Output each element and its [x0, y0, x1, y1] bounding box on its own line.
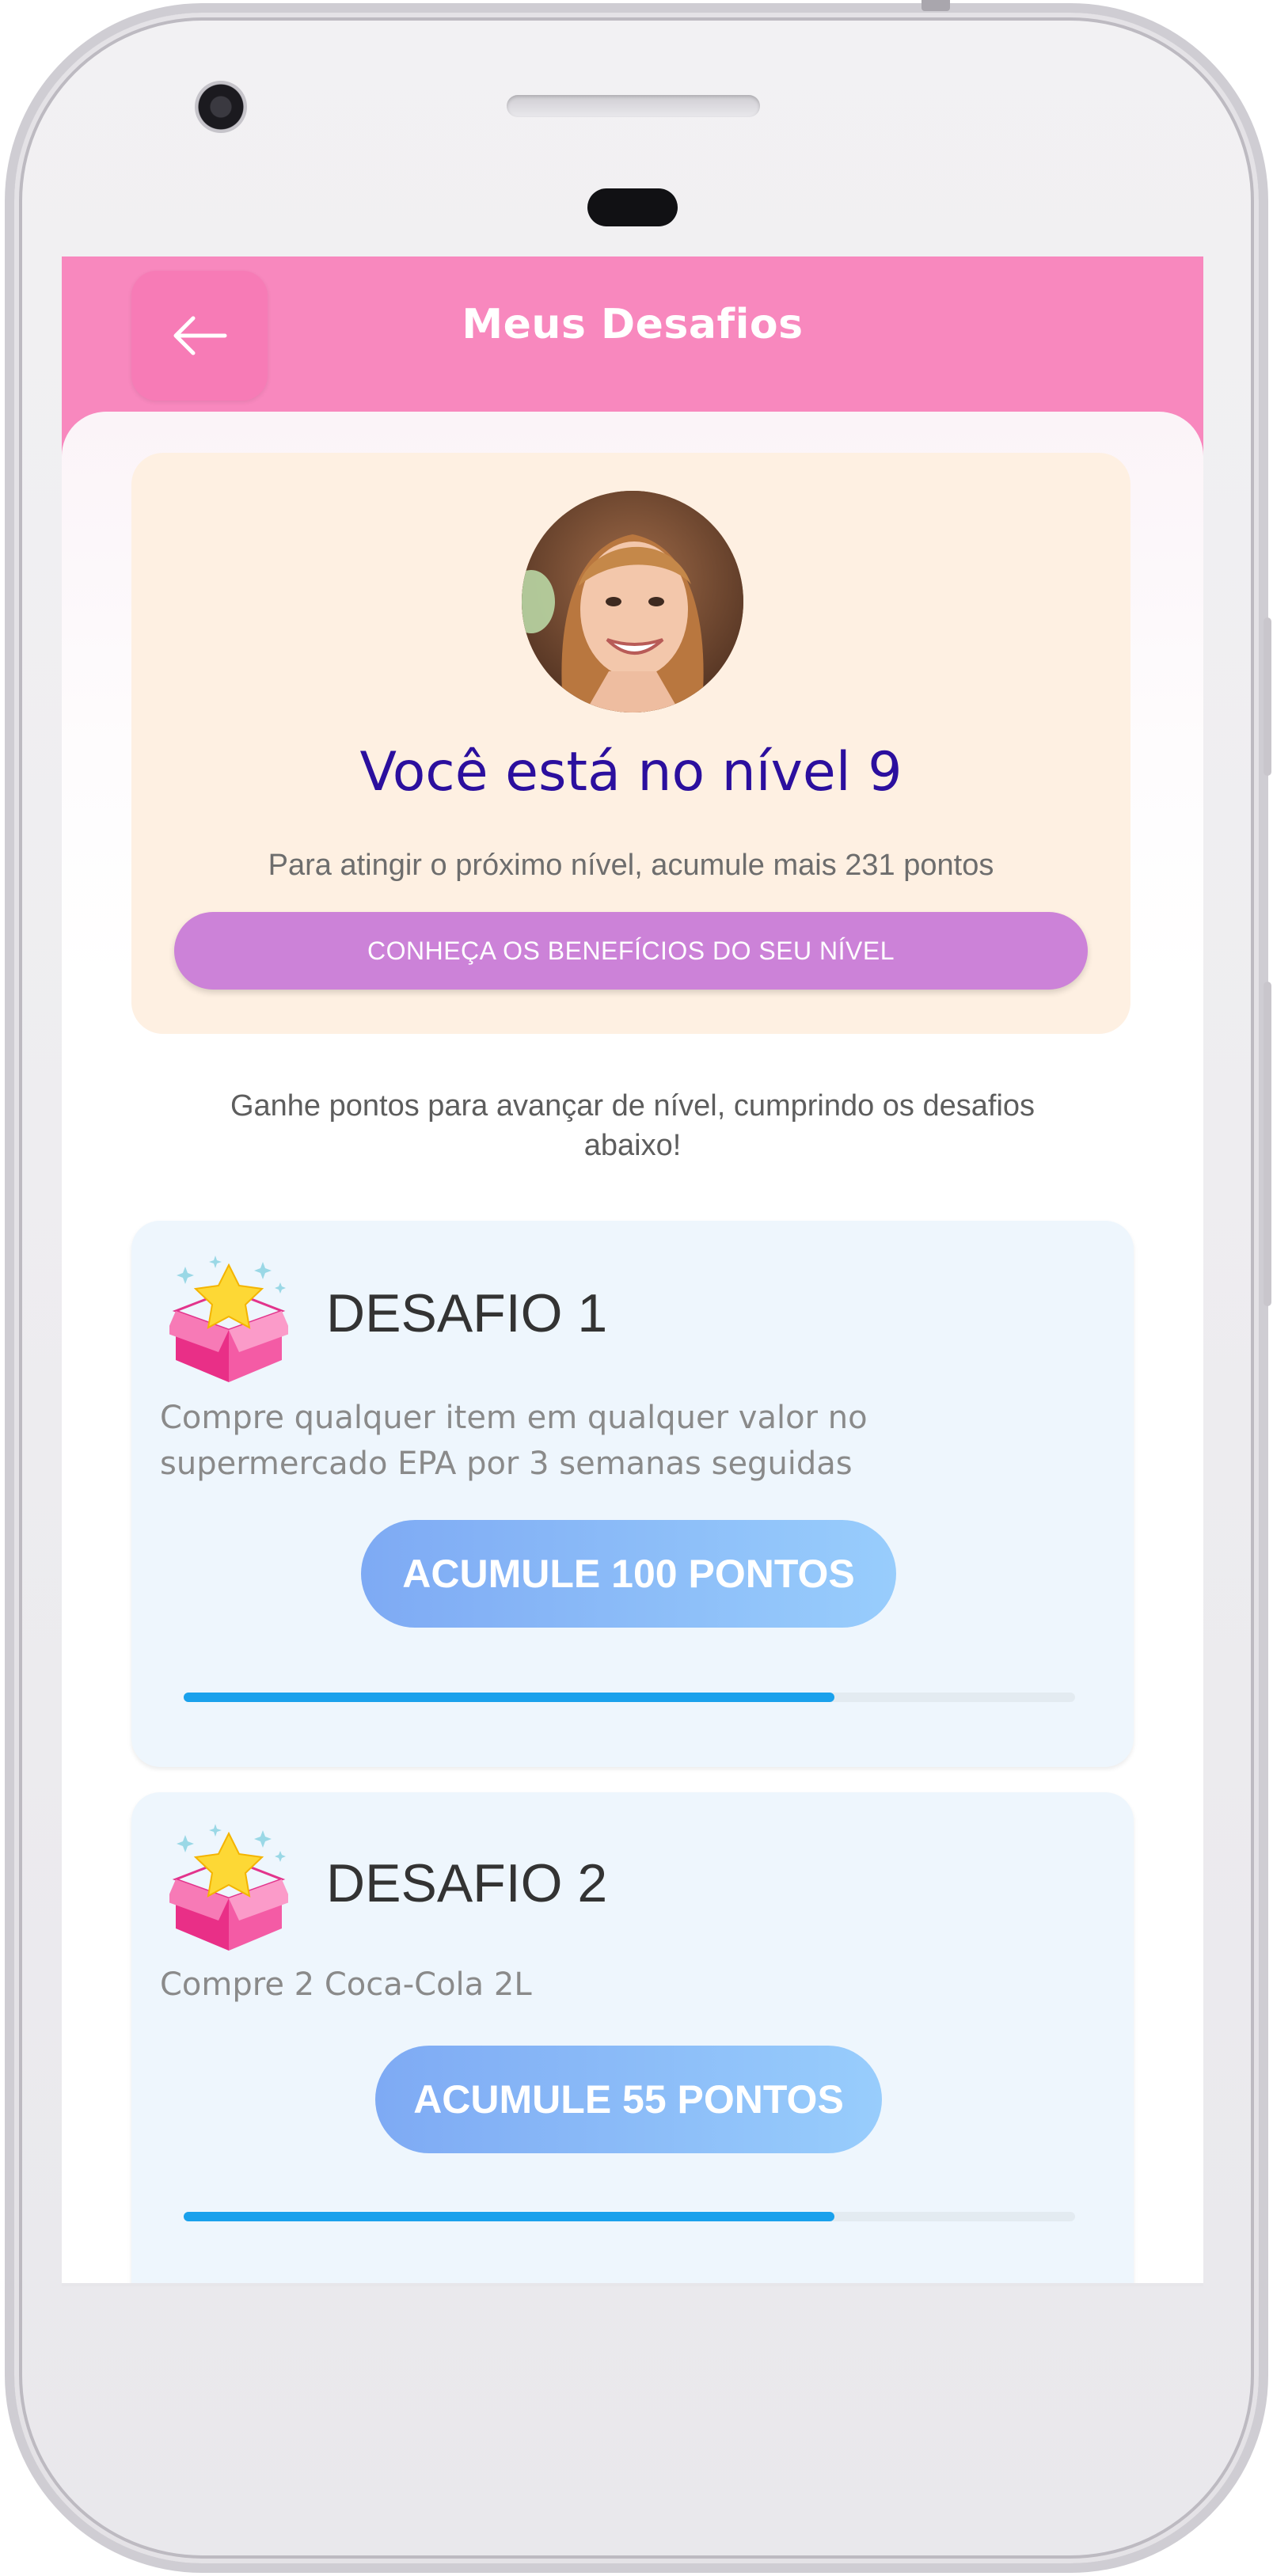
accumulate-points-button[interactable]: ACUMULE 100 PONTOS	[361, 1520, 896, 1628]
challenge-card-1: DESAFIO 1 Compre qualquer item em qualqu…	[131, 1221, 1134, 1767]
screen-bottom-edge	[62, 2283, 1203, 2286]
app-screen: Meus Desafios Você está no nível 9 Para …	[62, 256, 1203, 2283]
top-edge-detail	[922, 0, 950, 11]
content-panel: Você está no nível 9 Para atingir o próx…	[62, 412, 1203, 2283]
challenge-progress-bar	[184, 2212, 1075, 2221]
level-subtitle: Para atingir o próximo nível, acumule ma…	[268, 849, 994, 882]
gift-box-star-icon	[169, 1824, 288, 1951]
accumulate-points-button[interactable]: ACUMULE 55 PONTOS	[375, 2046, 882, 2153]
power-button	[1264, 617, 1271, 776]
challenge-title: DESAFIO 1	[326, 1283, 608, 1343]
challenge-card-2: DESAFIO 2 Compre 2 Coca-Cola 2L ACUMULE …	[131, 1792, 1134, 2283]
intro-text: Ganhe pontos para avançar de nível, cump…	[230, 1089, 1036, 1162]
challenge-description: Compre qualquer item em qualquer valor n…	[160, 1400, 868, 1482]
earpiece-speaker	[507, 95, 760, 117]
level-title: Você está no nível 9	[359, 741, 902, 804]
gift-box-star-icon	[169, 1256, 288, 1382]
benefits-button[interactable]: CONHEÇA OS BENEFÍCIOS DO SEU NÍVEL	[174, 912, 1088, 990]
challenge-progress-fill	[184, 1693, 834, 1702]
challenge-title: DESAFIO 2	[326, 1853, 608, 1913]
avatar	[522, 491, 743, 712]
volume-button	[1264, 982, 1271, 1306]
page-title: Meus Desafios	[462, 301, 804, 348]
challenge-progress-bar	[184, 1693, 1075, 1702]
challenge-description: Compre 2 Coca-Cola 2L	[160, 1966, 532, 2003]
proximity-sensor	[587, 188, 678, 226]
level-card: Você está no nível 9 Para atingir o próx…	[131, 453, 1130, 1034]
challenge-progress-fill	[184, 2212, 834, 2221]
front-camera	[195, 81, 247, 133]
